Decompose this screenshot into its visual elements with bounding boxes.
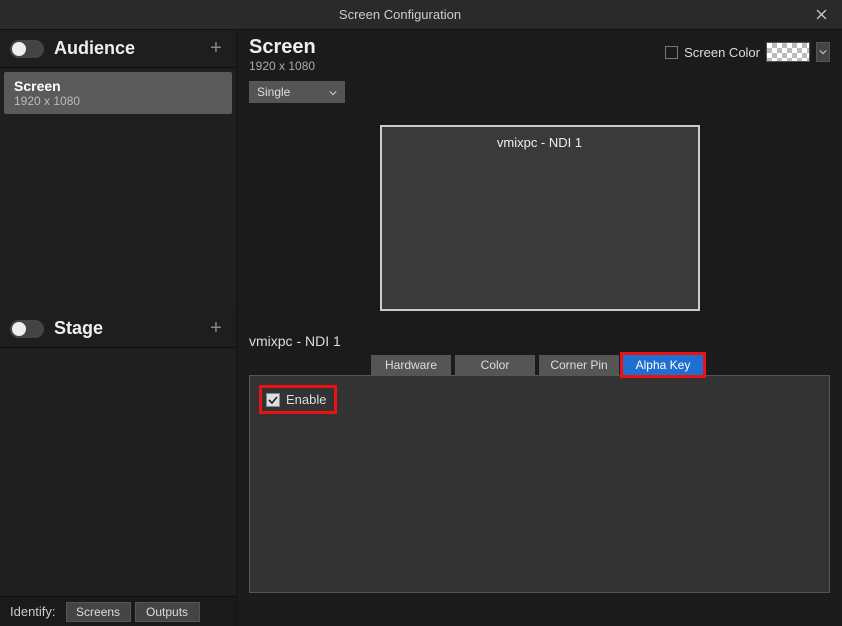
- audience-toggle[interactable]: [10, 40, 44, 58]
- audience-header: Audience +: [0, 30, 236, 68]
- content-header: Screen 1920 x 1080 Screen Color: [237, 30, 842, 77]
- stage-header: Stage +: [0, 310, 236, 348]
- audience-list: Screen 1920 x 1080: [0, 68, 236, 310]
- alpha-key-panel: Enable: [249, 375, 830, 593]
- title-bar: Screen Configuration: [0, 0, 842, 30]
- stage-toggle[interactable]: [10, 320, 44, 338]
- layout-dropdown[interactable]: Single: [249, 81, 345, 103]
- identify-label: Identify:: [4, 604, 62, 619]
- tab-alpha-key[interactable]: Alpha Key: [623, 355, 703, 375]
- tab-corner-pin[interactable]: Corner Pin: [539, 355, 619, 375]
- screen-color-swatch[interactable]: [766, 42, 810, 62]
- tab-color[interactable]: Color: [455, 355, 535, 375]
- screen-item-resolution: 1920 x 1080: [14, 94, 222, 108]
- audience-screen-item[interactable]: Screen 1920 x 1080: [4, 72, 232, 114]
- stage-list: [0, 348, 236, 596]
- sidebar: Audience + Screen 1920 x 1080 Stage + Id…: [0, 30, 237, 626]
- screen-preview[interactable]: vmixpc - NDI 1: [380, 125, 700, 311]
- window-title: Screen Configuration: [0, 7, 800, 22]
- identify-outputs-button[interactable]: Outputs: [135, 602, 200, 622]
- close-icon: [816, 9, 827, 20]
- identify-bar: Identify: Screens Outputs: [0, 596, 236, 626]
- screen-color-label: Screen Color: [684, 45, 760, 60]
- screen-color-checkbox[interactable]: [665, 46, 678, 59]
- screen-color-dropdown[interactable]: [816, 42, 830, 62]
- tab-hardware[interactable]: Hardware: [371, 355, 451, 375]
- screen-item-name: Screen: [14, 78, 222, 94]
- enable-checkbox[interactable]: [266, 393, 280, 407]
- check-icon: [268, 396, 278, 404]
- screen-title: Screen: [249, 36, 316, 59]
- screen-resolution: 1920 x 1080: [249, 59, 316, 73]
- content-area: Screen 1920 x 1080 Screen Color Single v…: [237, 30, 842, 626]
- preview-source-label: vmixpc - NDI 1: [497, 135, 582, 309]
- close-button[interactable]: [800, 0, 842, 30]
- tab-bar: Hardware Color Corner Pin Alpha Key: [371, 355, 830, 375]
- stage-label: Stage: [54, 318, 206, 339]
- source-name: vmixpc - NDI 1: [249, 331, 830, 355]
- enable-label: Enable: [286, 392, 326, 407]
- enable-alpha-key-group: Enable: [262, 388, 334, 411]
- add-stage-button[interactable]: +: [206, 317, 226, 340]
- audience-label: Audience: [54, 38, 206, 59]
- identify-screens-button[interactable]: Screens: [66, 602, 131, 622]
- chevron-down-icon: [329, 90, 337, 96]
- chevron-down-icon: [819, 49, 827, 55]
- layout-dropdown-value: Single: [257, 85, 290, 99]
- add-audience-button[interactable]: +: [206, 37, 226, 60]
